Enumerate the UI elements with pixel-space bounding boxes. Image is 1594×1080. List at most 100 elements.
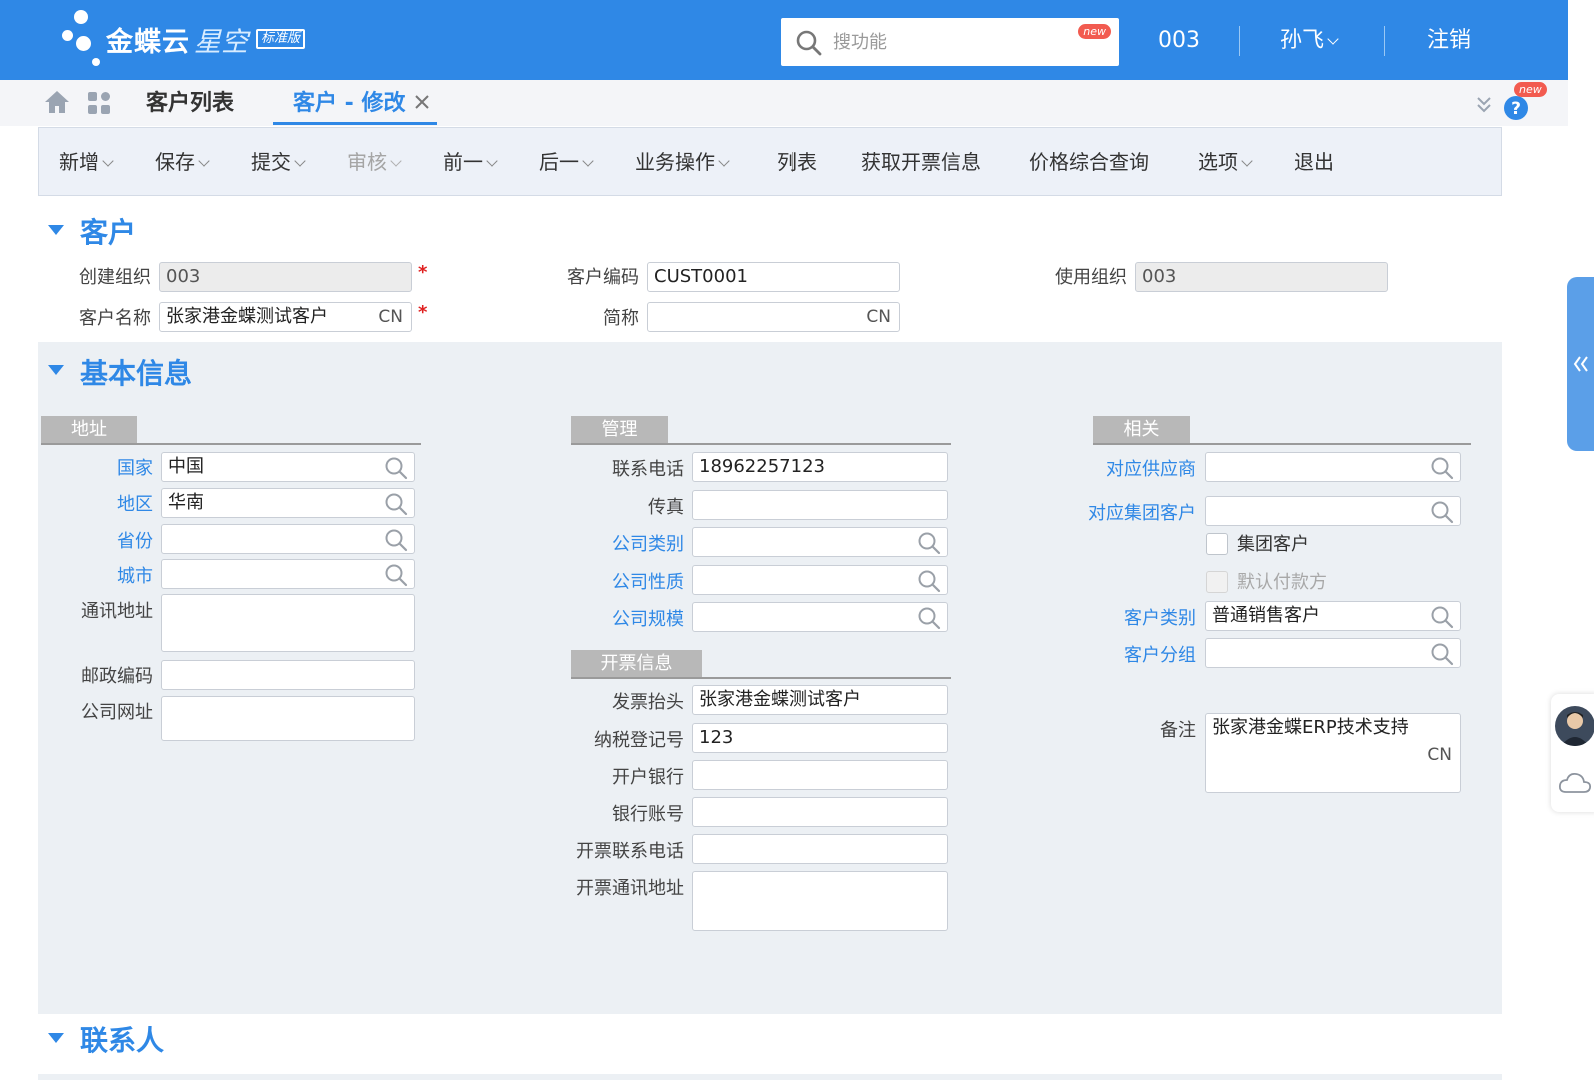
chevron-down-icon bbox=[718, 155, 730, 167]
customer-grouping-label[interactable]: 客户分组 bbox=[1060, 643, 1196, 669]
language-tag[interactable]: CN bbox=[1427, 742, 1452, 768]
region-label[interactable]: 地区 bbox=[60, 492, 153, 518]
lookup-search-icon[interactable] bbox=[384, 563, 408, 588]
side-panel-toggle[interactable] bbox=[1567, 277, 1594, 451]
fax-field[interactable] bbox=[692, 490, 948, 520]
section-title-basic-info[interactable]: 基本信息 bbox=[80, 355, 192, 393]
company-scale-field[interactable] bbox=[692, 602, 948, 632]
logout-button[interactable]: 注销 bbox=[1427, 24, 1471, 58]
section-title-customer[interactable]: 客户 bbox=[80, 214, 136, 252]
bank-field[interactable] bbox=[692, 760, 948, 790]
customer-grouping-field[interactable] bbox=[1205, 638, 1461, 668]
business-ops-button[interactable]: 业务操作 bbox=[635, 148, 730, 176]
customer-name-field[interactable]: 张家港金蝶测试客户 CN bbox=[159, 302, 412, 332]
lookup-search-icon[interactable] bbox=[1430, 642, 1454, 667]
tab-customer-edit[interactable]: 客户 - 修改 bbox=[293, 86, 405, 122]
add-button[interactable]: 新增 bbox=[59, 148, 114, 176]
company-nature-label[interactable]: 公司性质 bbox=[560, 570, 684, 596]
country-field[interactable]: 中国 bbox=[161, 452, 415, 482]
assistant-widget bbox=[1551, 694, 1594, 812]
lookup-search-icon[interactable] bbox=[917, 531, 941, 556]
default-payer-checkbox[interactable] bbox=[1206, 571, 1228, 593]
use-org-field[interactable]: 003 bbox=[1135, 262, 1388, 292]
supplier-label[interactable]: 对应供应商 bbox=[1060, 457, 1196, 483]
short-name-field[interactable]: CN bbox=[647, 302, 900, 332]
close-tab-icon[interactable] bbox=[414, 94, 430, 114]
list-button[interactable]: 列表 bbox=[777, 148, 817, 176]
search-input[interactable] bbox=[833, 28, 1063, 56]
invoice-title-field[interactable]: 张家港金蝶测试客户 bbox=[692, 685, 948, 715]
org-switcher[interactable]: 003 bbox=[1158, 24, 1200, 58]
customer-category-label[interactable]: 客户类别 bbox=[1060, 606, 1196, 632]
previous-button[interactable]: 前一 bbox=[443, 148, 498, 176]
section-title-contacts[interactable]: 联系人 bbox=[80, 1022, 164, 1060]
bank-account-field[interactable] bbox=[692, 797, 948, 827]
city-label[interactable]: 城市 bbox=[60, 564, 153, 590]
help-icon[interactable]: ? bbox=[1502, 94, 1530, 126]
invoice-address-field[interactable] bbox=[692, 871, 948, 931]
lookup-search-icon[interactable] bbox=[384, 456, 408, 481]
bank-label: 开户银行 bbox=[612, 767, 684, 788]
lookup-search-icon[interactable] bbox=[1430, 605, 1454, 630]
user-menu[interactable]: 孙飞 bbox=[1280, 24, 1339, 58]
company-type-field[interactable] bbox=[692, 527, 948, 557]
language-tag[interactable]: CN bbox=[378, 303, 403, 331]
chevron-down-icon bbox=[1241, 155, 1253, 167]
supplier-field[interactable] bbox=[1205, 452, 1461, 482]
user-name: 孙飞 bbox=[1280, 28, 1325, 53]
header-divider bbox=[1239, 26, 1240, 56]
collapse-triangle-icon[interactable] bbox=[48, 1033, 64, 1043]
logo[interactable]: 金蝶云 星空 标准版 bbox=[60, 8, 306, 70]
customer-code-field[interactable]: CUST0001 bbox=[647, 262, 900, 292]
company-nature-field[interactable] bbox=[692, 565, 948, 595]
phone-field[interactable]: 18962257123 bbox=[692, 452, 948, 482]
exit-button[interactable]: 退出 bbox=[1294, 148, 1334, 176]
province-label[interactable]: 省份 bbox=[60, 529, 153, 555]
submit-button[interactable]: 提交 bbox=[251, 148, 306, 176]
search-icon[interactable] bbox=[795, 29, 823, 61]
language-tag[interactable]: CN bbox=[866, 303, 891, 331]
city-field[interactable] bbox=[161, 559, 415, 589]
chevron-down-icon bbox=[102, 155, 114, 167]
customer-category-field[interactable]: 普通销售客户 bbox=[1205, 601, 1461, 631]
group-customer-label[interactable]: 对应集团客户 bbox=[1060, 501, 1196, 527]
get-invoice-info-button[interactable]: 获取开票信息 bbox=[861, 148, 981, 176]
lookup-search-icon[interactable] bbox=[384, 528, 408, 553]
lookup-search-icon[interactable] bbox=[1430, 456, 1454, 481]
province-field[interactable] bbox=[161, 524, 415, 554]
collapse-triangle-icon[interactable] bbox=[48, 365, 64, 375]
contacts-panel bbox=[38, 1074, 1502, 1080]
next-button[interactable]: 后一 bbox=[539, 148, 594, 176]
group-customer-checkbox[interactable] bbox=[1206, 533, 1228, 555]
home-icon[interactable] bbox=[44, 90, 70, 118]
group-tab-related: 相关 bbox=[1093, 416, 1190, 444]
apps-grid-icon[interactable] bbox=[87, 91, 111, 119]
audit-button[interactable]: 审核 bbox=[347, 148, 402, 176]
options-button[interactable]: 选项 bbox=[1198, 148, 1253, 176]
company-type-label[interactable]: 公司类别 bbox=[560, 532, 684, 558]
create-org-field[interactable]: 003 bbox=[159, 262, 412, 292]
lookup-search-icon[interactable] bbox=[384, 492, 408, 517]
cloud-icon[interactable] bbox=[1557, 770, 1593, 800]
company-scale-label[interactable]: 公司规模 bbox=[560, 607, 684, 633]
group-customer-field[interactable] bbox=[1205, 496, 1461, 526]
lookup-search-icon[interactable] bbox=[917, 569, 941, 594]
function-search[interactable]: new bbox=[781, 18, 1119, 66]
avatar[interactable] bbox=[1555, 706, 1594, 746]
tab-customer-list[interactable]: 客户列表 bbox=[146, 86, 234, 122]
zip-code-field[interactable] bbox=[161, 660, 415, 690]
collapse-triangle-icon[interactable] bbox=[48, 225, 64, 235]
country-label[interactable]: 国家 bbox=[60, 456, 153, 482]
tax-number-field[interactable]: 123 bbox=[692, 723, 948, 753]
save-button[interactable]: 保存 bbox=[155, 148, 210, 176]
short-name-label: 简称 bbox=[603, 308, 639, 329]
mail-address-field[interactable] bbox=[161, 594, 415, 652]
remark-field[interactable]: 张家港金蝶ERP技术支持 CN bbox=[1205, 713, 1461, 793]
region-field[interactable]: 华南 bbox=[161, 488, 415, 518]
lookup-search-icon[interactable] bbox=[1430, 500, 1454, 525]
price-query-button[interactable]: 价格综合查询 bbox=[1029, 148, 1149, 176]
lookup-search-icon[interactable] bbox=[917, 606, 941, 631]
invoice-phone-field[interactable] bbox=[692, 834, 948, 864]
website-field[interactable] bbox=[161, 696, 415, 741]
double-chevron-down-icon[interactable] bbox=[1476, 96, 1492, 118]
